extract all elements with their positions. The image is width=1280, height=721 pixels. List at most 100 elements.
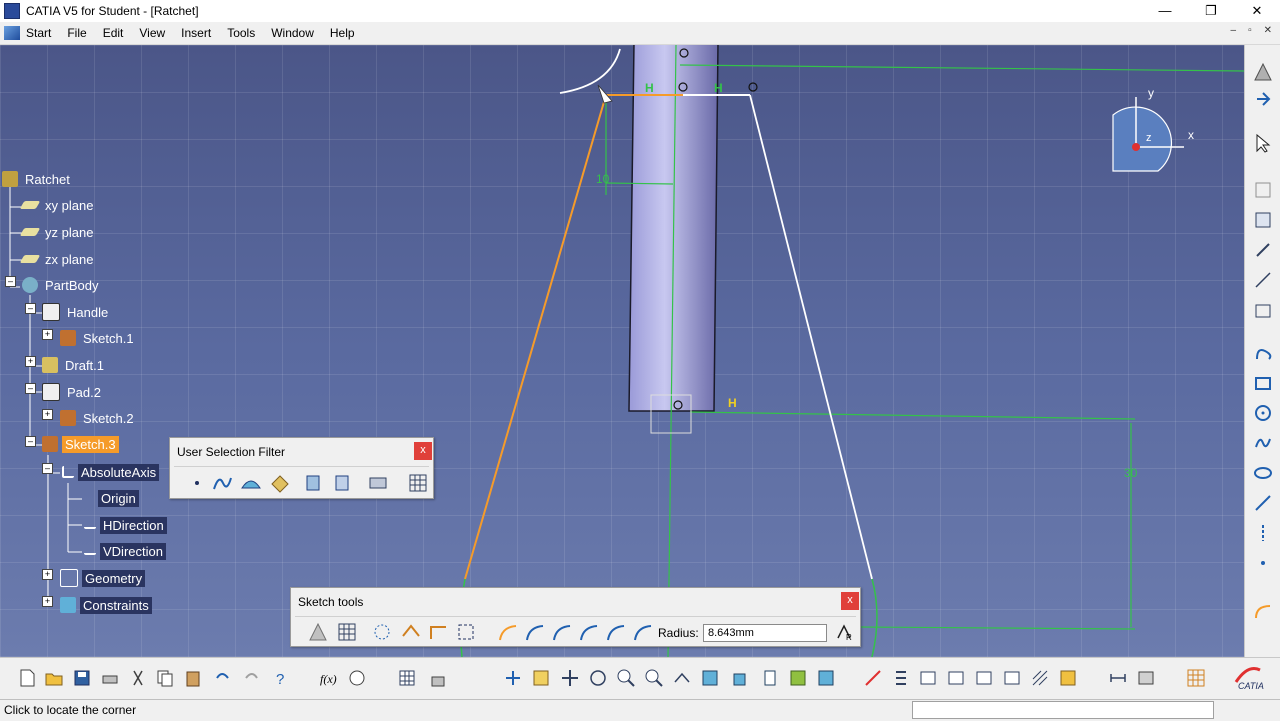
cut-icon[interactable] (128, 668, 148, 688)
tree-node-pad-2[interactable]: Pad.2 (42, 382, 104, 402)
collapse-toggle[interactable]: – (25, 383, 36, 394)
dimension-30[interactable]: 30 (1124, 466, 1138, 480)
select-icon[interactable] (1253, 133, 1273, 153)
axis-icon[interactable] (1253, 523, 1273, 543)
menu-edit[interactable]: Edit (95, 26, 132, 40)
expand-toggle[interactable]: + (25, 356, 36, 367)
rectangle-icon[interactable] (1253, 373, 1273, 393)
doc-close-button[interactable]: ✕ (1264, 25, 1272, 36)
swap-visible-space-icon[interactable] (816, 668, 836, 688)
profile-icon[interactable] (1253, 343, 1273, 363)
diagnosis-icon[interactable] (1002, 668, 1022, 688)
undo-icon[interactable] (212, 668, 232, 688)
line-icon[interactable] (1253, 493, 1273, 513)
trim-first-element-icon[interactable] (524, 621, 546, 643)
geometrical-element-filter-icon[interactable] (332, 472, 354, 494)
constraint-icon[interactable] (1136, 668, 1156, 688)
tree-node-constraints[interactable]: Constraints (60, 595, 152, 615)
new-icon[interactable] (17, 668, 37, 688)
ellipse-icon[interactable] (1253, 463, 1273, 483)
open-icon[interactable] (44, 668, 64, 688)
tree-node-yz-plane[interactable]: yz plane (19, 222, 96, 242)
iso-view-icon[interactable] (730, 668, 750, 688)
close-button[interactable]: x (841, 592, 859, 610)
output-feature-icon[interactable] (918, 668, 938, 688)
corner-tool-icon[interactable] (455, 621, 477, 643)
feature-element-filter-icon[interactable] (303, 472, 325, 494)
tree-node-draft-1[interactable]: Draft.1 (42, 355, 107, 375)
menu-help[interactable]: Help (322, 26, 363, 40)
tree-node-sketch-3[interactable]: Sketch.3 (42, 434, 119, 454)
normal-view-icon[interactable] (672, 668, 692, 688)
no-trim-icon[interactable] (551, 621, 573, 643)
close-button[interactable]: ✕ (1234, 0, 1280, 22)
exit-workbench-icon[interactable] (1253, 89, 1273, 109)
spline-icon[interactable] (1253, 433, 1273, 453)
geometric-constraints-icon[interactable] (1253, 270, 1273, 290)
menu-file[interactable]: File (59, 26, 94, 40)
tree-node-vdirection[interactable]: VDirection (84, 541, 166, 561)
command-input[interactable] (912, 701, 1214, 719)
save-icon[interactable] (72, 668, 92, 688)
quick-select-icon[interactable] (367, 472, 389, 494)
tree-node-hdirection[interactable]: HDirection (84, 515, 167, 535)
tapered-line-right[interactable] (749, 94, 873, 580)
menu-view[interactable]: View (131, 26, 173, 40)
hide-show-icon[interactable] (788, 668, 808, 688)
minimize-button[interactable]: — (1142, 0, 1188, 22)
measure-icon[interactable] (1058, 668, 1078, 688)
multi-view-icon[interactable] (700, 668, 720, 688)
fly-icon[interactable] (503, 668, 523, 688)
sketch-tools-toolbar[interactable]: Sketch tools x Radius: R (290, 587, 861, 647)
tree-node-sketch-1[interactable]: Sketch.1 (60, 328, 137, 348)
construction-mode-icon[interactable] (1253, 240, 1273, 260)
knowledge-icon[interactable] (347, 668, 367, 688)
point-filter-icon[interactable] (186, 472, 208, 494)
trim-all-elements-icon[interactable] (497, 621, 519, 643)
print-icon[interactable] (100, 668, 120, 688)
start-icon[interactable] (4, 26, 20, 40)
point-marker-2[interactable] (748, 82, 758, 92)
sketcher-icon[interactable] (1253, 62, 1273, 82)
sketch-analysis-icon[interactable] (891, 668, 911, 688)
tree-node-handle[interactable]: Handle (42, 302, 111, 322)
dimension-10[interactable]: 10 (596, 172, 610, 186)
tree-node-ratchet[interactable]: Ratchet (2, 169, 73, 189)
pan-icon[interactable] (560, 668, 580, 688)
geometrical-constraints-icon[interactable] (400, 621, 422, 643)
menu-tools[interactable]: Tools (219, 26, 263, 40)
table-icon[interactable] (397, 668, 417, 688)
grid-snap-icon[interactable] (307, 621, 329, 643)
maximize-button[interactable]: ❐ (1188, 0, 1234, 22)
arc-top-left[interactable] (559, 48, 621, 94)
doc-minimize-button[interactable]: – (1231, 25, 1237, 36)
point-icon[interactable] (1253, 553, 1273, 573)
snap-to-point-icon[interactable] (336, 621, 358, 643)
expand-toggle[interactable]: + (42, 409, 53, 420)
collapse-toggle[interactable]: – (42, 463, 53, 474)
collapse-toggle[interactable]: – (25, 303, 36, 314)
whats-this-icon[interactable]: ? (271, 668, 291, 688)
dimensional-constraints-icon[interactable] (1253, 300, 1273, 320)
grid-view-icon[interactable] (1186, 668, 1206, 688)
grid-filter-icon[interactable] (407, 472, 429, 494)
circle-icon[interactable] (1253, 403, 1273, 423)
tree-node-partbody[interactable]: PartBody (22, 275, 101, 295)
zoom-in-icon[interactable] (616, 668, 636, 688)
fit-all-icon[interactable] (531, 668, 551, 688)
corner-icon[interactable] (1253, 601, 1273, 621)
dimensional-constraints-icon[interactable] (428, 621, 450, 643)
profile-feature-icon[interactable] (946, 668, 966, 688)
render-style-icon[interactable] (760, 668, 780, 688)
cut-part-by-sketch-plane-icon[interactable] (863, 668, 883, 688)
collapse-toggle[interactable]: – (25, 436, 36, 447)
tree-node-xy-plane[interactable]: xy plane (19, 195, 96, 215)
dimension-icon[interactable] (1108, 668, 1128, 688)
hatch-icon[interactable] (1030, 668, 1050, 688)
construction-lines-no-trim-icon[interactable] (632, 621, 654, 643)
radius-input[interactable] (703, 624, 827, 642)
doc-restore-button[interactable]: ▫ (1248, 25, 1252, 36)
volume-filter-icon[interactable] (269, 472, 291, 494)
snap-icon[interactable] (1253, 210, 1273, 230)
construction-element-icon[interactable] (371, 621, 393, 643)
